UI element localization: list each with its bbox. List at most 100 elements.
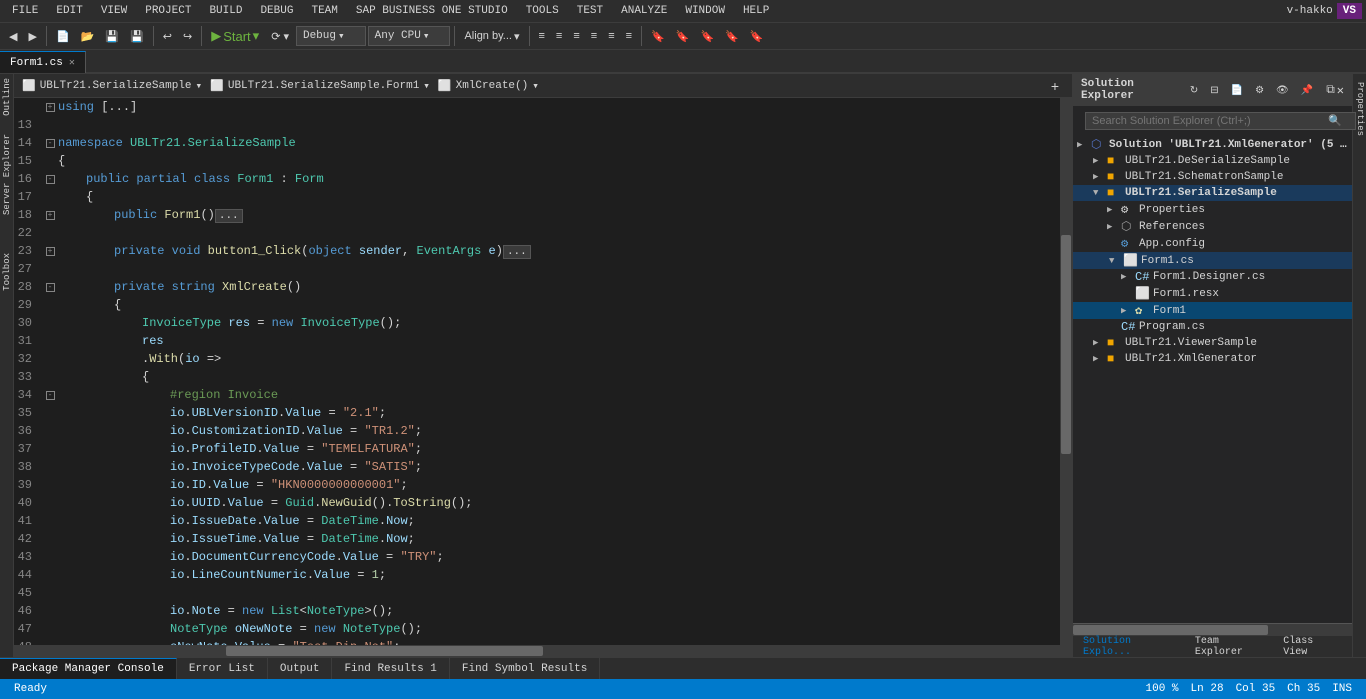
format-btn4[interactable]: ≡ <box>586 27 602 45</box>
se-properties-button[interactable]: ⚙ <box>1250 82 1269 99</box>
expand-editor-button[interactable]: + <box>1046 77 1064 95</box>
class-dropdown[interactable]: ⬜ UBLTr21.SerializeSample.Form1 ▾ <box>210 79 430 93</box>
tree-project-serialize[interactable]: ▼ ■ UBLTr21.SerializeSample <box>1073 185 1352 201</box>
align-label: Align by... <box>464 30 512 42</box>
bottom-tab-find-symbol[interactable]: Find Symbol Results <box>450 658 600 679</box>
menu-file[interactable]: FILE <box>4 3 46 19</box>
bottom-tab-error-list[interactable]: Error List <box>177 658 268 679</box>
back-button[interactable]: ◀ <box>4 27 22 46</box>
references-icon: ⬡ <box>1121 219 1137 234</box>
solution-explorer-search[interactable] <box>1085 112 1356 130</box>
forward-button[interactable]: ▶ <box>23 27 41 46</box>
se-close-button[interactable]: ✕ <box>1337 83 1344 98</box>
bookmark-toolbar-group: 🔖 🔖 🔖 🔖 🔖 <box>646 27 769 46</box>
tree-form1resx[interactable]: ▶ ⬜ Form1.resx <box>1073 285 1352 302</box>
menu-build[interactable]: BUILD <box>201 3 250 19</box>
tree-appconfig[interactable]: ▶ ⚙ App.config <box>1073 235 1352 252</box>
debug-dropdown[interactable]: Debug ▾ <box>296 26 366 46</box>
code-editor[interactable]: + using [...] 13 14 - namespace UBLTr21.… <box>14 98 1072 645</box>
tree-form1designer[interactable]: ▶ C# Form1.Designer.cs <box>1073 269 1352 285</box>
menu-test[interactable]: TEST <box>569 3 611 19</box>
se-showfiles-button[interactable]: 📄 <box>1226 82 1248 99</box>
undo-button[interactable]: ↩ <box>158 27 177 46</box>
tree-project-deserialize[interactable]: ▶ ■ UBLTr21.DeSerializeSample <box>1073 153 1352 169</box>
designer-label: Form1.Designer.cs <box>1153 271 1265 283</box>
cpu-label: Any CPU <box>375 30 421 42</box>
menu-help[interactable]: HELP <box>735 3 777 19</box>
appconfig-label: App.config <box>1139 238 1205 250</box>
new-button[interactable]: 📄 <box>51 27 75 46</box>
bookmark-btn2[interactable]: 🔖 <box>671 27 695 46</box>
bottom-tab-package-manager[interactable]: Package Manager Console <box>0 658 177 679</box>
menu-window[interactable]: WINDOW <box>677 3 733 19</box>
tab-form1cs[interactable]: Form1.cs ✕ <box>0 51 86 73</box>
code-line-42: 42 io.IssueTime.Value = DateTime.Now; <box>14 530 1060 548</box>
save-all-button[interactable]: 💾 <box>125 27 149 46</box>
horizontal-scrollbar[interactable] <box>14 645 1072 657</box>
vertical-scrollbar[interactable] <box>1060 98 1072 645</box>
se-tab-class-view[interactable]: Class View <box>1277 634 1348 658</box>
menu-sap[interactable]: SAP BUSINESS ONE STUDIO <box>348 3 516 19</box>
menu-tools[interactable]: TOOLS <box>518 3 567 19</box>
tree-programcs[interactable]: ▶ C# Program.cs <box>1073 319 1352 335</box>
namespace-label: UBLTr21.SerializeSample <box>40 80 192 92</box>
properties-tab[interactable]: Properties <box>1353 74 1366 144</box>
bookmark-btn1[interactable]: 🔖 <box>646 27 670 46</box>
tree-project-xmlgen[interactable]: ▶ ■ UBLTr21.XmlGenerator <box>1073 351 1352 367</box>
save-button[interactable]: 💾 <box>100 27 124 46</box>
se-tab-team-explorer[interactable]: Team Explorer <box>1189 634 1277 658</box>
menu-project[interactable]: PROJECT <box>137 3 199 19</box>
format-btn6[interactable]: ≡ <box>621 27 637 45</box>
format-toolbar-group: ≡ ≡ ≡ ≡ ≡ ≡ <box>534 27 638 45</box>
se-tab-solution-explorer[interactable]: Solution Explo... <box>1077 634 1189 658</box>
menu-edit[interactable]: EDIT <box>48 3 90 19</box>
bookmark-btn5[interactable]: 🔖 <box>745 27 769 46</box>
se-collapseall-button[interactable]: ⊟ <box>1205 82 1223 99</box>
format-btn2[interactable]: ≡ <box>551 27 567 45</box>
scrollbar-thumb[interactable] <box>1061 235 1071 454</box>
start-button[interactable]: ▶ Start ▾ <box>206 25 264 47</box>
namespace-dropdown[interactable]: ⬜ UBLTr21.SerializeSample ▾ <box>22 79 202 93</box>
se-expand-button[interactable]: ⧉ <box>1326 83 1335 97</box>
open-button[interactable]: 📂 <box>76 27 100 46</box>
tree-project-schematron[interactable]: ▶ ■ UBLTr21.SchematronSample <box>1073 169 1352 185</box>
se-refresh-button[interactable]: ↻ <box>1185 82 1203 99</box>
code-line-13: 13 <box>14 116 1060 134</box>
bottom-tab-find-results[interactable]: Find Results 1 <box>332 658 449 679</box>
restart-button[interactable]: ⟳ ▾ <box>266 27 294 46</box>
resx-icon: ⬜ <box>1135 286 1151 301</box>
se-preview-button[interactable]: 👁 <box>1271 82 1294 99</box>
toolbox-tab[interactable]: Toolbox <box>0 249 13 295</box>
tree-form1class[interactable]: ▶ ✿ Form1 <box>1073 302 1352 319</box>
status-col: Col 35 <box>1230 683 1282 695</box>
se-pin-button[interactable]: 📌 <box>1296 82 1318 99</box>
cpu-dropdown[interactable]: Any CPU ▾ <box>368 26 451 46</box>
code-line-39: 39 io.ID.Value = "HKN0000000000001"; <box>14 476 1060 494</box>
tree-properties[interactable]: ▶ ⚙ Properties <box>1073 201 1352 218</box>
tree-form1cs[interactable]: ▼ ⬜ Form1.cs <box>1073 252 1352 269</box>
format-btn5[interactable]: ≡ <box>603 27 619 45</box>
menu-analyze[interactable]: ANALYZE <box>613 3 675 19</box>
menu-team[interactable]: TEAM <box>303 3 345 19</box>
editor-nav-bar: ⬜ UBLTr21.SerializeSample ▾ ⬜ UBLTr21.Se… <box>14 74 1072 98</box>
tree-references[interactable]: ▶ ⬡ References <box>1073 218 1352 235</box>
bottom-tab-output[interactable]: Output <box>268 658 333 679</box>
h-scrollbar-thumb[interactable] <box>226 646 543 656</box>
se-bottom-tabs: Solution Explo... Team Explorer Class Vi… <box>1073 635 1352 657</box>
format-btn1[interactable]: ≡ <box>534 27 550 45</box>
bookmark-btn3[interactable]: 🔖 <box>695 27 719 46</box>
redo-button[interactable]: ↪ <box>178 27 197 46</box>
project1-label: UBLTr21.DeSerializeSample <box>1125 155 1290 167</box>
outline-tab[interactable]: Outline <box>0 74 13 120</box>
menu-debug[interactable]: DEBUG <box>252 3 301 19</box>
tree-project-viewer[interactable]: ▶ ■ UBLTr21.ViewerSample <box>1073 335 1352 351</box>
align-button[interactable]: Align by... ▾ <box>459 27 524 46</box>
method-dropdown[interactable]: ⬜ XmlCreate() ▾ <box>438 79 539 93</box>
menu-view[interactable]: VIEW <box>93 3 135 19</box>
project5-icon: ■ <box>1107 352 1123 366</box>
tab-form1cs-close[interactable]: ✕ <box>69 57 75 69</box>
tree-solution-root[interactable]: ▶ ⬡ Solution 'UBLTr21.XmlGenerator' (5 p… <box>1073 136 1352 153</box>
server-explorer-tab[interactable]: Server Explorer <box>0 130 13 219</box>
bookmark-btn4[interactable]: 🔖 <box>720 27 744 46</box>
format-btn3[interactable]: ≡ <box>568 27 584 45</box>
